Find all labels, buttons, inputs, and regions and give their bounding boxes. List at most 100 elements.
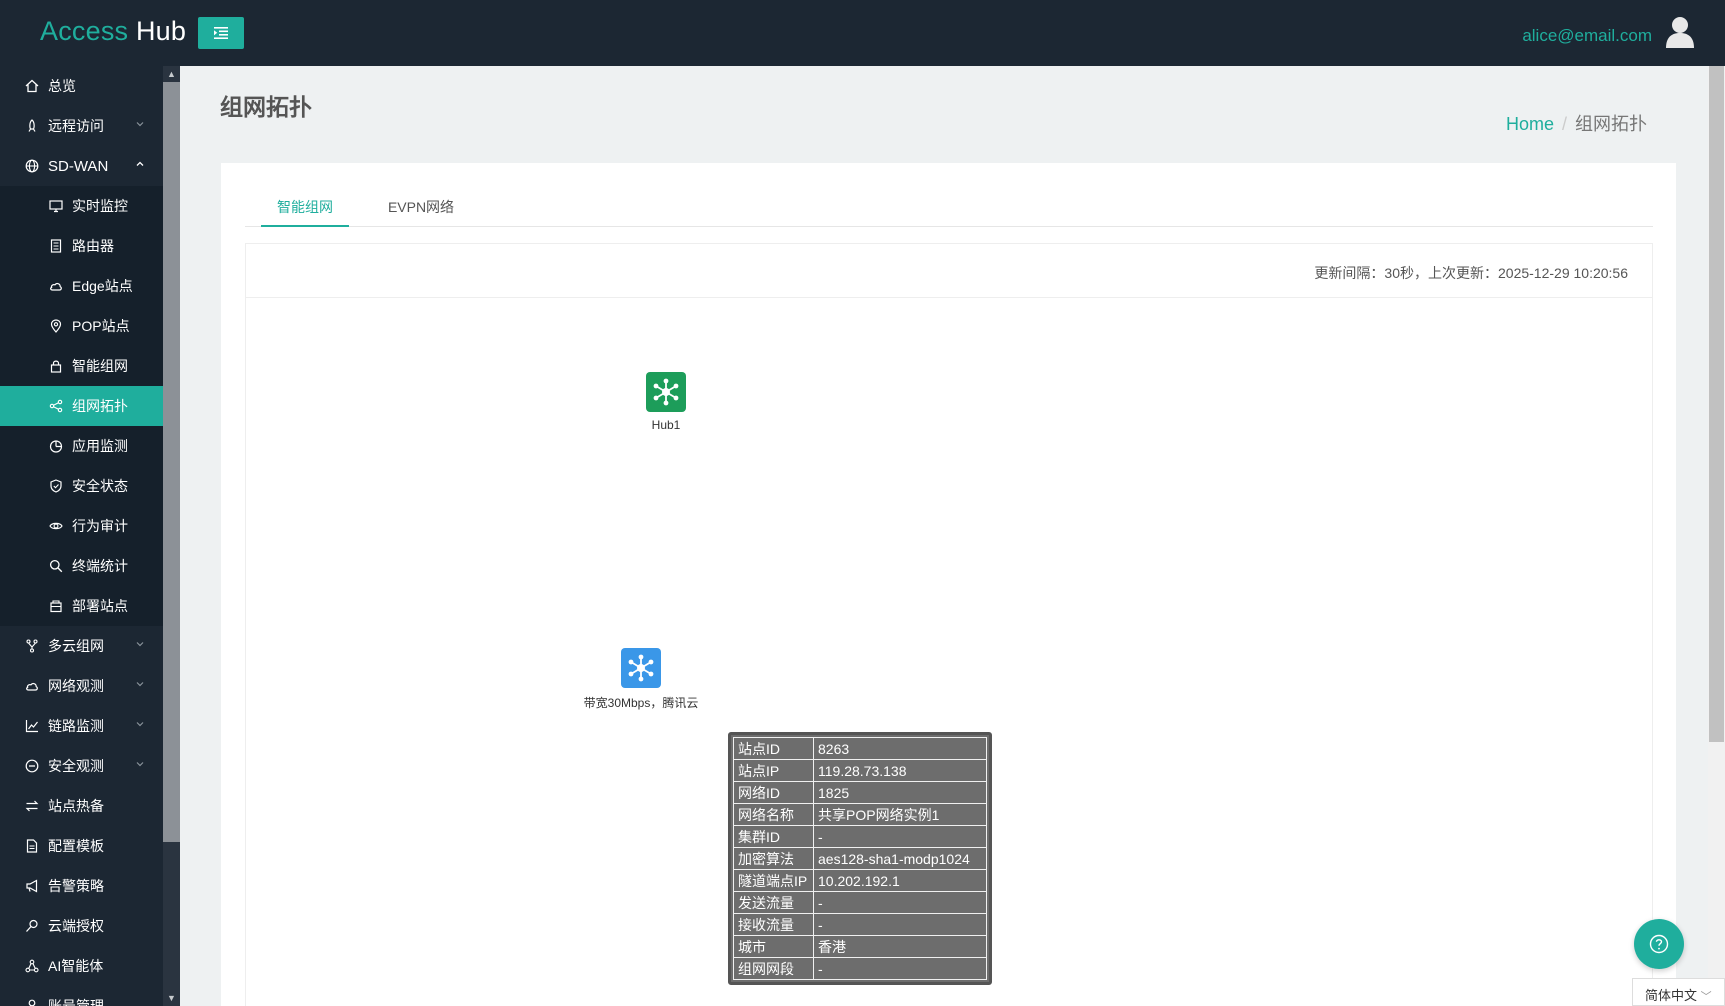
tab-evpn-network[interactable]: EVPN网络 xyxy=(381,197,461,227)
tab-smart-network[interactable]: 智能组网 xyxy=(261,197,349,227)
sidebar-item-label: 账号管理 xyxy=(48,998,104,1006)
tooltip-row: 站点IP 119.28.73.138 xyxy=(733,759,987,782)
sidebar-item-label: 配置模板 xyxy=(48,838,104,854)
sidebar-item-label: 多云组网 xyxy=(48,638,104,654)
tooltip-value: 8263 xyxy=(813,737,987,760)
sidebar-item-realtime-monitor[interactable]: 实时监控 xyxy=(0,186,163,226)
sidebar-item-overview[interactable]: 总览 xyxy=(0,66,163,106)
sidebar-item-network-topology[interactable]: 组网拓扑 xyxy=(0,386,163,426)
sidebar-item-label: Edge站点 xyxy=(72,278,133,294)
chevron-down-icon: ﹀ xyxy=(1700,991,1712,1003)
sidebar-item-alert-policy[interactable]: 告警策略 xyxy=(0,866,163,906)
chevron-up-icon xyxy=(136,161,144,166)
chevron-down-icon xyxy=(136,122,144,127)
sidebar-item-app-monitor[interactable]: 应用监测 xyxy=(0,426,163,466)
tooltip-key: 网络名称 xyxy=(733,803,814,826)
tooltip-row: 网络名称 共享POP网络实例1 xyxy=(733,803,987,826)
tooltip-key: 加密算法 xyxy=(733,847,814,870)
rocket-icon xyxy=(24,118,40,134)
sidebar-item-label: 行为审计 xyxy=(72,518,128,534)
tooltip-row: 发送流量 - xyxy=(733,891,987,914)
sidebar-item-config-template[interactable]: 配置模板 xyxy=(0,826,163,866)
sidebar-scrollbar-thumb[interactable] xyxy=(163,82,180,842)
brand-part1: Access xyxy=(40,16,129,46)
tooltip-row: 组网网段 - xyxy=(733,957,987,980)
sidebar-item-label: POP站点 xyxy=(72,318,130,334)
sidebar-item-security-observe[interactable]: 安全观测 xyxy=(0,746,163,786)
sidebar-item-label: 安全状态 xyxy=(72,478,128,494)
file-icon xyxy=(24,838,40,854)
sidebar-item-label: 站点热备 xyxy=(48,798,104,814)
sidebar-item-edge-sites[interactable]: Edge站点 xyxy=(0,266,163,306)
sidebar-item-link-monitor[interactable]: 链路监测 xyxy=(0,706,163,746)
sidebar-item-smart-network[interactable]: 智能组网 xyxy=(0,346,163,386)
breadcrumb-home-link[interactable]: Home xyxy=(1506,114,1554,134)
sidebar-item-terminal-stats[interactable]: 终端统计 xyxy=(0,546,163,586)
sidebar-item-account-management[interactable]: 账号管理 xyxy=(0,986,163,1006)
chevron-down-icon xyxy=(136,722,144,727)
sidebar-item-label: 终端统计 xyxy=(72,558,128,574)
search-icon xyxy=(48,558,64,574)
user-email-link[interactable]: alice@email.com xyxy=(1522,26,1652,46)
package-icon xyxy=(48,598,64,614)
sidebar-item-multicloud[interactable]: 多云组网 xyxy=(0,626,163,666)
hub-node-icon xyxy=(646,372,686,412)
brand-logo[interactable]: Access Hub xyxy=(40,16,186,47)
node-info-table: 站点ID 8263 站点IP 119.28.73.138 网络ID 1825 网络名称 共享P… xyxy=(733,737,987,980)
sidebar-item-remote-access[interactable]: 远程访问 xyxy=(0,106,163,146)
sidebar-item-cloud-license[interactable]: 云端授权 xyxy=(0,906,163,946)
scroll-up-arrow-icon[interactable]: ▲ xyxy=(163,66,180,82)
menu-toggle-button[interactable] xyxy=(198,17,244,49)
router-icon xyxy=(48,238,64,254)
pop-node-icon xyxy=(621,648,661,688)
sidebar-item-label: 实时监控 xyxy=(72,198,128,214)
node-label: 带宽30Mbps，腾讯云 xyxy=(583,696,699,710)
sidebar-item-pop-sites[interactable]: POP站点 xyxy=(0,306,163,346)
scroll-down-arrow-icon[interactable]: ▼ xyxy=(163,990,180,1006)
tooltip-key: 隧道端点IP xyxy=(733,869,814,892)
sidebar-item-label: 路由器 xyxy=(72,238,114,254)
topology-node-pop[interactable]: 带宽30Mbps，腾讯云 xyxy=(576,648,706,711)
sidebar-item-label: 应用监测 xyxy=(72,438,128,454)
tooltip-value: 香港 xyxy=(813,935,987,958)
brand-part2: Hub xyxy=(135,16,187,46)
sidebar-item-ai-agent[interactable]: AI智能体 xyxy=(0,946,163,986)
megaphone-icon xyxy=(24,878,40,894)
tooltip-row: 加密算法 aes128-sha1-modp1024 xyxy=(733,847,987,870)
tooltip-key: 组网网段 xyxy=(733,957,814,980)
language-select[interactable]: 简体中文 ﹀ xyxy=(1632,978,1725,1006)
tooltip-value: - xyxy=(813,913,987,936)
sidebar-item-router[interactable]: 路由器 xyxy=(0,226,163,266)
tooltip-row: 接收流量 - xyxy=(733,913,987,936)
sidebar-item-deploy-sites[interactable]: 部署站点 xyxy=(0,586,163,626)
page-scrollbar-thumb[interactable] xyxy=(1709,66,1724,742)
sidebar-item-label: 远程访问 xyxy=(48,118,104,134)
line-chart-icon xyxy=(24,718,40,734)
tooltip-key: 站点ID xyxy=(733,737,814,760)
topology-node-hub1[interactable]: Hub1 xyxy=(636,372,696,432)
sidebar: 总览 远程访问 SD-WAN 实时监控 路由器 Edge站点 POP站点 智能组… xyxy=(0,66,163,1006)
pie-chart-icon xyxy=(48,438,64,454)
sidebar-item-network-observe[interactable]: 网络观测 xyxy=(0,666,163,706)
language-label: 简体中文 xyxy=(1645,988,1698,1003)
tooltip-row: 网络ID 1825 xyxy=(733,781,987,804)
sidebar-item-sdwan[interactable]: SD-WAN xyxy=(0,146,163,186)
sidebar-item-site-hot-standby[interactable]: 站点热备 xyxy=(0,786,163,826)
help-button[interactable] xyxy=(1634,919,1684,969)
sidebar-item-label: 云端授权 xyxy=(48,918,104,934)
sidebar-item-security-status[interactable]: 安全状态 xyxy=(0,466,163,506)
sidebar-item-label: 部署站点 xyxy=(72,598,128,614)
tooltip-key: 城市 xyxy=(733,935,814,958)
user-avatar-icon[interactable] xyxy=(1665,16,1695,48)
sidebar-item-label: AI智能体 xyxy=(48,958,104,974)
user-icon xyxy=(24,998,40,1006)
tooltip-key: 发送流量 xyxy=(733,891,814,914)
tooltip-value: - xyxy=(813,891,987,914)
lock-icon xyxy=(48,358,64,374)
share-icon xyxy=(48,398,64,414)
tooltip-key: 网络ID xyxy=(733,781,814,804)
minus-circle-icon xyxy=(24,758,40,774)
sidebar-item-behavior-audit[interactable]: 行为审计 xyxy=(0,506,163,546)
sidebar-item-label: SD-WAN xyxy=(48,157,109,175)
tooltip-value: 10.202.192.1 xyxy=(813,869,987,892)
